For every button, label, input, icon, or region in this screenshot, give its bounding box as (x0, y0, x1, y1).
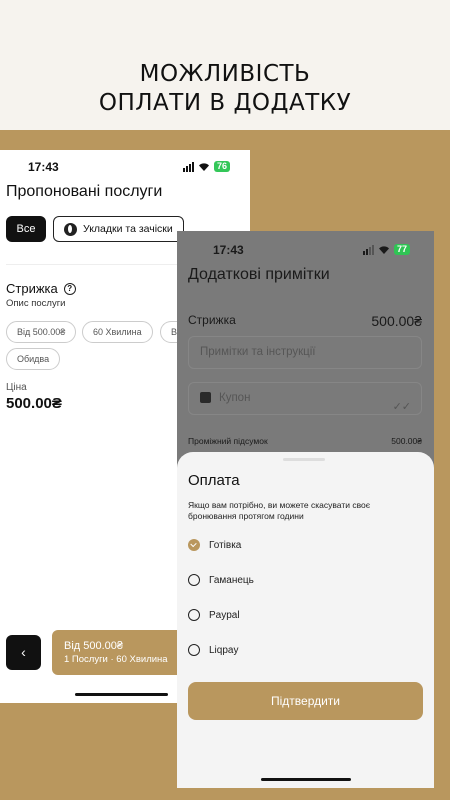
payment-option-paypal[interactable]: Paypal (188, 609, 240, 621)
back-button[interactable]: ‹ (6, 635, 41, 670)
tab-styling-label: Укладки та зачіски (83, 223, 173, 235)
chip-gender: Обидва (6, 348, 61, 370)
ticket-icon (200, 392, 211, 404)
status-time: 17:43 (28, 160, 59, 174)
status-time-right: 17:43 (213, 243, 244, 257)
payment-option-cash[interactable]: Готівка (188, 539, 241, 551)
service-row-name: Стрижка (188, 313, 236, 327)
payment-screen: 17:43 77 Додаткові примітки Стрижка 500.… (177, 231, 434, 788)
option-label: Готівка (209, 539, 242, 551)
tab-all[interactable]: Все (6, 216, 46, 242)
price-label: Ціна (6, 382, 27, 393)
radio-icon (188, 574, 200, 586)
cancellation-note: Якщо вам потрібно, ви можете скасувати с… (188, 500, 371, 521)
option-label: Paypal (209, 609, 240, 621)
battery-indicator: 77 (393, 244, 410, 255)
service-description: Опис послуги (6, 298, 66, 309)
sheet-title: Оплата (188, 472, 240, 489)
radio-checked-icon (188, 539, 200, 551)
service-name-label: Стрижка (6, 281, 58, 296)
signal-icon (182, 161, 194, 172)
subtotal-value: 500.00₴ (391, 436, 422, 446)
radio-icon (188, 609, 200, 621)
leaf-icon (64, 222, 77, 236)
wifi-icon (378, 245, 389, 254)
service-row: Стрижка 500.00₴ (188, 313, 422, 329)
chip-price: Від 500.00₴ (6, 321, 77, 343)
wifi-icon (198, 162, 209, 171)
battery-indicator: 76 (213, 161, 230, 172)
coupon-placeholder: Купон (219, 392, 251, 404)
subtotal-label: Проміжний підсумок (188, 436, 268, 446)
sheet-grabber[interactable] (283, 458, 325, 461)
notes-input[interactable]: Примітки та інструкції (188, 336, 422, 369)
headline-line-2: ОПЛАТИ В ДОДАТКУ (98, 90, 352, 116)
price-value: 500.00₴ (6, 395, 62, 412)
signal-icon (362, 244, 374, 255)
help-icon[interactable]: ? (63, 282, 76, 295)
chip-duration: 60 Хвилина (82, 321, 153, 343)
status-icons: 76 (182, 161, 230, 172)
check-icon[interactable]: ✓✓ (393, 392, 411, 423)
promo-headline: МОЖЛИВІСТЬ ОПЛАТИ В ДОДАТКУ (0, 0, 450, 130)
radio-icon (188, 644, 200, 656)
home-indicator (261, 778, 351, 781)
payment-option-liqpay[interactable]: Liqpay (188, 644, 238, 656)
status-bar: 17:43 76 (28, 158, 230, 178)
headline-line-1: МОЖЛИВІСТЬ (139, 61, 311, 87)
subtotal-row: Проміжний підсумок 500.00₴ (188, 436, 422, 446)
payment-option-wallet[interactable]: Гаманець (188, 574, 254, 586)
status-bar-right: 17:43 77 (213, 241, 410, 261)
confirm-button[interactable]: Підтвердити (188, 682, 423, 720)
option-label: Liqpay (209, 644, 239, 656)
coupon-input[interactable]: Купон ✓✓ (188, 382, 422, 415)
page-title: Пропоновані послуги (6, 183, 163, 200)
service-name[interactable]: Стрижка ? (6, 281, 76, 296)
tab-styling[interactable]: Укладки та зачіски (53, 216, 184, 242)
status-icons-right: 77 (362, 244, 410, 255)
option-label: Гаманець (209, 574, 254, 586)
home-indicator (75, 693, 168, 696)
payment-sheet: Оплата Якщо вам потрібно, ви можете скас… (177, 452, 434, 788)
service-row-value: 500.00₴ (371, 313, 422, 329)
notes-title: Додаткові примітки (188, 266, 330, 283)
